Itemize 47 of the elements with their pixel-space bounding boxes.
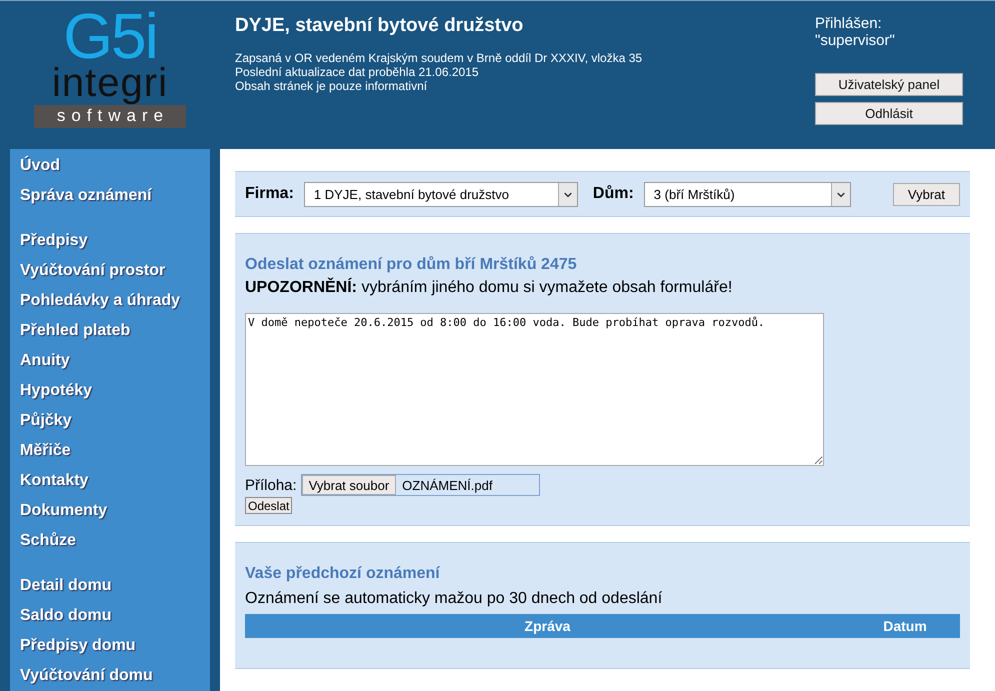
sidebar-item[interactable]: Saldo domu [20, 601, 210, 631]
history-note: Oznámení se automaticky mažou po 30 dnech od odeslání [245, 590, 664, 608]
column-header: Datum [882, 618, 928, 634]
select-button[interactable]: Vybrat [892, 182, 960, 206]
company-title: DYJE, stavební bytové družstvo [235, 15, 524, 37]
sidebar-item[interactable]: Předpisy [20, 226, 210, 256]
logo-tagline: software [34, 105, 186, 128]
sidebar-item[interactable]: Měřiče [20, 436, 210, 466]
logo-mark: G5i [63, 9, 157, 63]
sidebar-item[interactable]: Schůze [20, 526, 210, 556]
sidebar-item[interactable]: Dokumenty [20, 496, 210, 526]
file-name: OZNÁMENÍ.pdf [402, 478, 492, 492]
sidebar-item[interactable]: Detail domu [20, 571, 210, 601]
header-button[interactable]: Odhlásit [815, 102, 963, 125]
sidebar-item[interactable]: Předpisy domu [20, 631, 210, 661]
choose-file-button[interactable]: Vybrat soubor [302, 475, 396, 495]
login-user: "supervisor" [815, 32, 896, 49]
sidebar-item[interactable]: Půjčky [20, 406, 210, 436]
sidebar-item[interactable]: Vyúčtování prostor [20, 256, 210, 286]
sidebar-item[interactable]: Pohledávky a úhrady [20, 286, 210, 316]
warning-text: UPOZORNĚNÍ: vybráním jiného domu si vymažete obsah formuláře! [245, 279, 734, 297]
sidebar-item[interactable]: Přehled plateb [20, 316, 210, 346]
login-label: Přihlášen: [815, 15, 883, 32]
sidebar-item[interactable]: Vyúčtování domu [20, 661, 210, 691]
sidebar-item[interactable]: Kontakty [20, 466, 210, 496]
chevron-down-icon [830, 182, 850, 206]
chevron-down-icon [558, 182, 577, 206]
house-label: Dům: [592, 185, 634, 203]
history-title: Vaše předchozí oznámení [245, 565, 441, 583]
firm-label: Firma: [245, 185, 294, 203]
logo-wordmark: integri [52, 63, 168, 103]
attachment-label: Příloha: [245, 476, 297, 494]
company-info-line: Zapsaná v OR vedeném Krajským soudem v Brně oddíl Dr XXXIV, vložka 35 [235, 51, 644, 65]
send-form-title: Odeslat oznámení pro dům bří Mrštíků 2475 [245, 256, 578, 274]
sidebar-item[interactable]: Hypotéky [20, 376, 210, 406]
sidebar-item[interactable]: Správa oznámení [20, 181, 210, 211]
message-field[interactable]: V domě nepoteče 20.6.2015 od 8:00 do 16:00 voda. Bude probíhat oprava rozvodů. [245, 313, 824, 466]
sidebar-item[interactable]: Anuity [20, 346, 210, 376]
company-info-line: Obsah stránek je pouze informativní [235, 79, 428, 93]
send-button[interactable]: Odeslat [245, 497, 292, 514]
column-header: Zpráva [524, 618, 572, 634]
firm-select[interactable]: 1 DYJE, stavební bytové družstvo [304, 182, 578, 206]
company-info-line: Poslední aktualizace dat proběhla 21.06.2015 [235, 65, 480, 79]
sidebar-item[interactable]: Úvod [20, 151, 210, 181]
house-select[interactable]: 3 (bří Mrštíků) [644, 182, 851, 206]
header-button[interactable]: Uživatelský panel [815, 73, 963, 96]
file-field[interactable]: Vybrat soubor OZNÁMENÍ.pdf [300, 474, 540, 496]
